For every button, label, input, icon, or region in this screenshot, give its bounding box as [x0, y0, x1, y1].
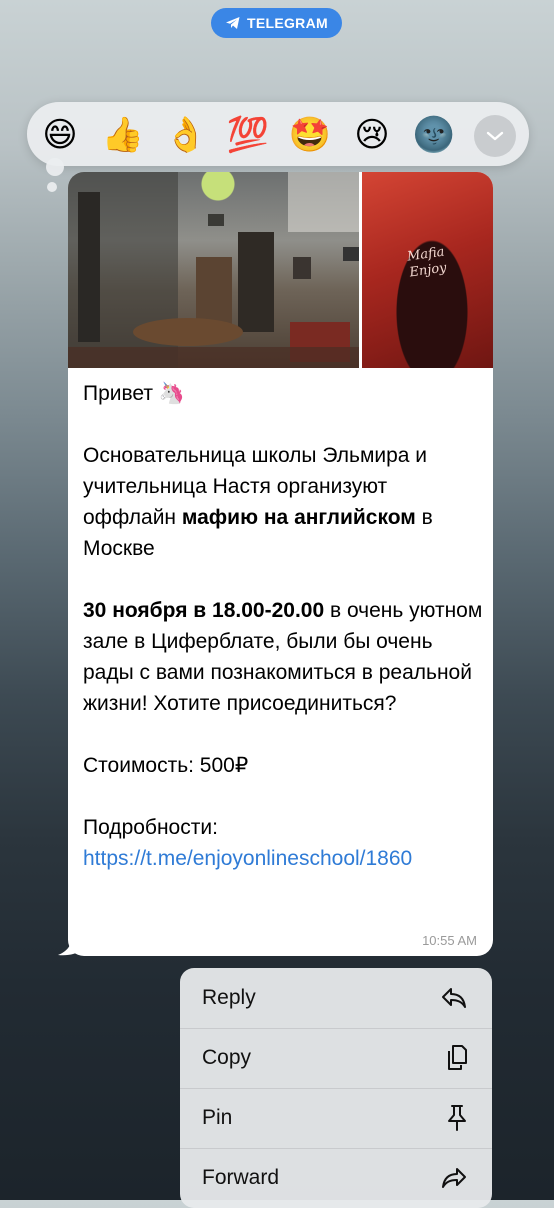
message-text: Привет 🦄 Основательница школы Эльмира и … — [83, 378, 483, 874]
badge-label: TELEGRAM — [247, 15, 328, 31]
reaction-moon-face[interactable]: 🌚 — [411, 112, 457, 158]
reaction-grin[interactable]: 😄 — [37, 112, 83, 158]
more-reactions-button[interactable] — [474, 115, 516, 157]
forward-icon — [442, 1168, 466, 1188]
details-link[interactable]: https://t.me/enjoyonlineschool/1860 — [83, 847, 412, 870]
mafia-enjoy-logo: Mafia Enjoy — [406, 244, 448, 281]
details-label: Подробности: — [83, 816, 218, 839]
paragraph-intro: Основательница школы Эльмира и учительни… — [83, 444, 433, 560]
telegram-icon — [226, 17, 240, 29]
message-bubble[interactable]: Mafia Enjoy Привет 🦄 Основательница школ… — [68, 172, 493, 956]
reaction-crying[interactable]: 😢 — [349, 112, 395, 158]
menu-item-forward[interactable]: Forward — [180, 1148, 492, 1208]
menu-item-copy[interactable]: Copy — [180, 1028, 492, 1088]
menu-item-pin[interactable]: Pin — [180, 1088, 492, 1148]
paragraph-date: 30 ноября в 18.00-20.00 в очень уютном з… — [83, 599, 483, 715]
reaction-bubble-dot — [46, 158, 64, 176]
telegram-badge[interactable]: TELEGRAM — [211, 8, 342, 38]
reaction-bubble-dot-small — [47, 182, 57, 192]
reaction-hundred[interactable]: 💯 — [225, 112, 271, 158]
message-photo-room[interactable] — [68, 172, 359, 368]
copy-icon — [448, 1045, 467, 1070]
room-photo-graphic — [68, 172, 359, 368]
context-menu: Reply Copy Pin Forward — [180, 968, 492, 1208]
menu-item-reply[interactable]: Reply — [180, 968, 492, 1028]
greeting-text: Привет 🦄 — [83, 382, 186, 405]
price-text: Стоимость: 500₽ — [83, 754, 249, 777]
chevron-down-icon — [486, 131, 504, 141]
reaction-bar: 😄 👍 👌 💯 🤩 😢 🌚 — [27, 102, 529, 166]
reaction-star-struck[interactable]: 🤩 — [287, 112, 333, 158]
menu-item-label: Copy — [202, 1046, 252, 1069]
menu-item-label: Reply — [202, 986, 256, 1009]
reaction-thumbs-up[interactable]: 👍 — [100, 112, 146, 158]
message-timestamp: 10:55 AM — [422, 933, 477, 948]
reply-icon — [442, 988, 466, 1008]
pin-icon — [448, 1105, 466, 1131]
message-photo-mafia-enjoy[interactable]: Mafia Enjoy — [362, 172, 493, 368]
menu-item-label: Pin — [202, 1106, 233, 1129]
menu-item-label: Forward — [202, 1166, 280, 1189]
reaction-ok-hand[interactable]: 👌 — [163, 112, 209, 158]
